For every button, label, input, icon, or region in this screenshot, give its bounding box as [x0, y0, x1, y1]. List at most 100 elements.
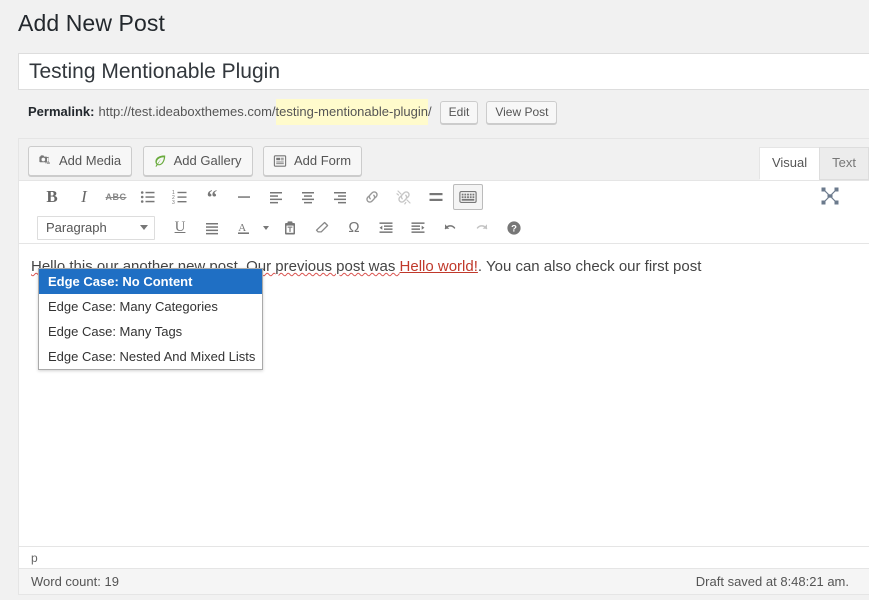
fullscreen-icon: [820, 186, 840, 206]
numbered-list-icon: 1 2 3: [172, 189, 188, 205]
bold-button[interactable]: B: [37, 184, 67, 210]
permalink-trailing-slash: /: [428, 104, 432, 119]
undo-button[interactable]: [435, 215, 465, 241]
element-path-bar[interactable]: p: [19, 546, 869, 568]
form-icon: [272, 153, 288, 169]
eraser-icon: [314, 220, 330, 236]
clipboard-icon: [282, 220, 298, 236]
outdent-icon: [378, 220, 394, 236]
align-center-icon: [300, 189, 316, 205]
leaf-icon: [152, 153, 168, 169]
text-color-control[interactable]: A: [229, 215, 273, 241]
strikethrough-icon: ABC: [105, 191, 127, 202]
text-color-icon: A: [236, 220, 252, 236]
undo-icon: [442, 220, 458, 236]
svg-text:A: A: [238, 222, 246, 234]
align-left-icon: [268, 189, 284, 205]
horizontal-rule-icon: [236, 189, 252, 205]
chevron-down-icon: [140, 225, 148, 230]
mce-toolbar: B I ABC 1 2 3 “ Paragraph U A Ω ?: [19, 180, 869, 243]
align-center-button[interactable]: [293, 184, 323, 210]
align-left-button[interactable]: [261, 184, 291, 210]
editor-toolbar-top: Add Media Add Gallery Add Form Visual Te…: [19, 139, 869, 180]
permalink-row: Permalink: http://test.ideaboxthemes.com…: [28, 99, 869, 125]
add-media-label: Add Media: [59, 153, 122, 168]
paragraph-style-select[interactable]: Paragraph: [37, 215, 155, 240]
post-title-input[interactable]: [19, 54, 869, 89]
bulleted-list-button[interactable]: [133, 184, 163, 210]
add-gallery-label: Add Gallery: [173, 153, 242, 168]
add-media-button[interactable]: Add Media: [28, 146, 133, 176]
editor-status-bar: Word count: 19 Draft saved at 8:48:21 am…: [19, 568, 869, 594]
mention-item[interactable]: Edge Case: Nested And Mixed Lists: [39, 344, 262, 369]
media-camera-icon: [37, 153, 53, 169]
tab-text[interactable]: Text: [819, 147, 869, 180]
chevron-down-icon: [263, 225, 269, 230]
bulleted-list-icon: [140, 189, 156, 205]
post-editor: Add Media Add Gallery Add Form Visual Te…: [18, 138, 869, 595]
remove-link-button[interactable]: [389, 184, 419, 210]
numbered-list-button[interactable]: 1 2 3: [165, 184, 195, 210]
add-form-label: Add Form: [293, 153, 352, 168]
redo-icon: [474, 220, 490, 236]
mention-item[interactable]: Edge Case: Many Categories: [39, 294, 262, 319]
italic-button[interactable]: I: [69, 184, 99, 210]
special-character-button[interactable]: Ω: [339, 215, 369, 241]
clear-formatting-button[interactable]: [307, 215, 337, 241]
keyboard-shortcuts-button[interactable]: ?: [499, 215, 529, 241]
permalink-slug: testing-mentionable-plugin: [275, 99, 429, 125]
omega-icon: Ω: [348, 219, 360, 236]
underline-button[interactable]: U: [165, 215, 195, 241]
distraction-free-button[interactable]: [815, 183, 845, 209]
insert-link-button[interactable]: [357, 184, 387, 210]
decrease-indent-button[interactable]: [371, 215, 401, 241]
view-post-button[interactable]: View Post: [486, 100, 558, 124]
justify-button[interactable]: [197, 215, 227, 241]
strikethrough-button[interactable]: ABC: [101, 184, 131, 210]
mce-toolbar-row-2: Paragraph U A Ω ?: [37, 212, 869, 243]
mention-autocomplete-dropdown[interactable]: Edge Case: No Content Edge Case: Many Ca…: [38, 268, 263, 370]
paragraph-style-value: Paragraph: [46, 220, 107, 235]
draft-saved-status: Draft saved at 8:48:21 am.: [695, 573, 849, 589]
blockquote-button[interactable]: “: [197, 184, 227, 210]
underline-icon: U: [174, 219, 186, 235]
add-form-button[interactable]: Add Form: [262, 146, 363, 176]
edit-permalink-button[interactable]: Edit: [439, 100, 479, 124]
post-title-wrap: [18, 53, 869, 90]
mention-item[interactable]: Edge Case: Many Tags: [39, 319, 262, 344]
text-color-button[interactable]: A: [229, 215, 259, 241]
add-gallery-button[interactable]: Add Gallery: [142, 146, 253, 176]
justify-icon: [204, 220, 220, 236]
indent-icon: [410, 220, 426, 236]
content-text-part2: . You can also check our first post: [477, 258, 702, 275]
italic-icon: I: [81, 186, 87, 206]
editor-content-area[interactable]: Hello this our another new post. Our pre…: [19, 243, 869, 546]
svg-text:3: 3: [172, 200, 175, 205]
redo-button[interactable]: [467, 215, 497, 241]
help-icon: ?: [506, 220, 522, 236]
increase-indent-button[interactable]: [403, 215, 433, 241]
mce-toolbar-row-1: B I ABC 1 2 3 “: [37, 181, 869, 212]
paste-as-text-button[interactable]: [275, 215, 305, 241]
svg-text:?: ?: [511, 223, 517, 234]
blockquote-icon: “: [206, 184, 218, 209]
content-inline-link[interactable]: Hello world!: [400, 258, 478, 275]
link-icon: [364, 189, 380, 205]
toolbar-toggle-button[interactable]: [453, 183, 483, 210]
tab-visual[interactable]: Visual: [758, 147, 821, 180]
page-title: Add New Post: [18, 10, 165, 36]
word-count: Word count: 19: [31, 573, 119, 589]
permalink-label: Permalink:: [28, 104, 95, 119]
horizontal-rule-button[interactable]: [229, 184, 259, 210]
permalink-base-url: http://test.ideaboxthemes.com/: [98, 104, 276, 119]
keyboard-icon: [459, 190, 477, 204]
unlink-icon: [396, 189, 412, 205]
align-right-button[interactable]: [325, 184, 355, 210]
bold-icon: B: [46, 186, 58, 206]
read-more-button[interactable]: [421, 184, 451, 210]
text-color-dropdown-toggle[interactable]: [259, 215, 273, 241]
mention-item[interactable]: Edge Case: No Content: [39, 269, 262, 294]
read-more-icon: [428, 189, 444, 205]
editor-mode-tabs: Visual Text: [758, 147, 869, 180]
align-right-icon: [332, 189, 348, 205]
